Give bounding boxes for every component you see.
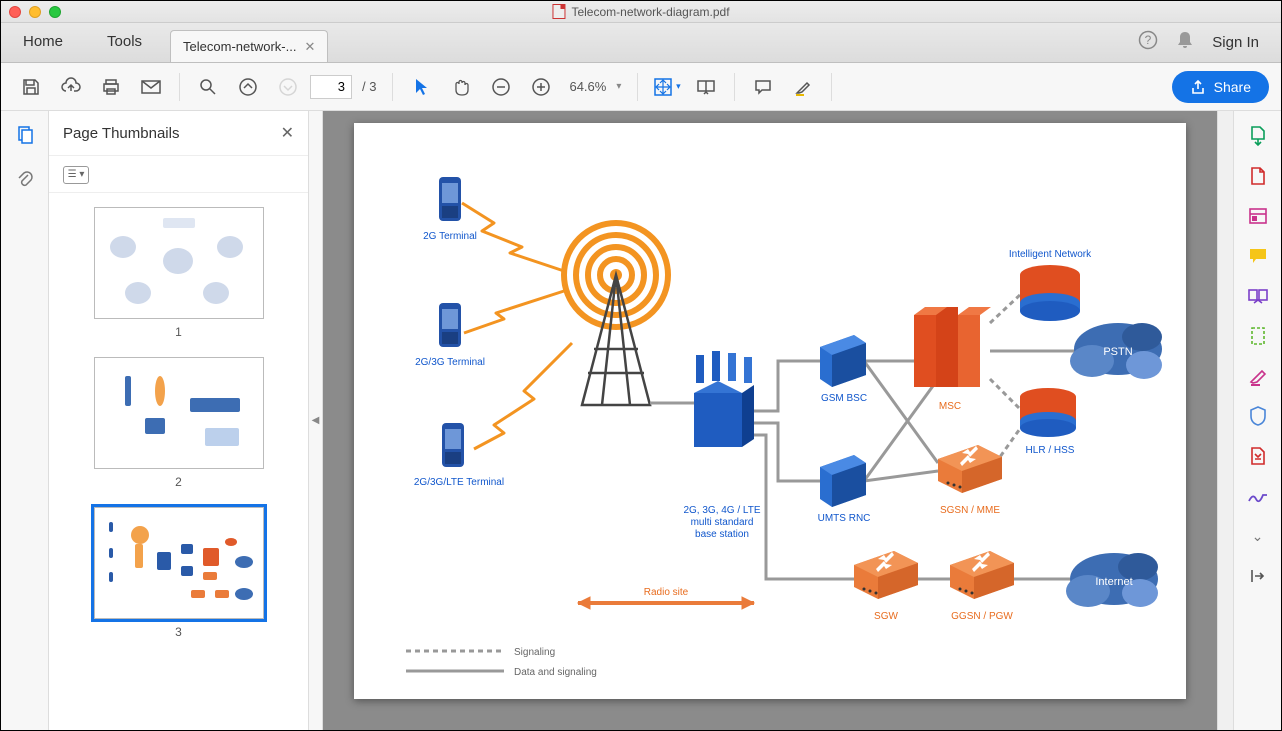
fit-mode-button[interactable]: ▾ (648, 69, 684, 105)
thumbnail-page-1-number: 1 (94, 325, 264, 339)
tab-document-label: Telecom-network-... (183, 31, 296, 63)
svg-text:2G/3G/LTE Terminal: 2G/3G/LTE Terminal (414, 477, 504, 488)
cloud-upload-button[interactable] (53, 69, 89, 105)
collapse-left-panel-button[interactable]: ◀ (309, 111, 323, 730)
page-content: 2G Terminal 2G/3G Terminal 2G/3G/LTE Ter… (354, 123, 1186, 699)
window-title: Telecom-network-diagram.pdf (552, 4, 729, 19)
zoom-out-button[interactable] (483, 69, 519, 105)
phone-icon (439, 177, 461, 221)
find-button[interactable] (190, 69, 226, 105)
right-tools-rail: ⌄ (1233, 111, 1281, 730)
svg-text:?: ? (1145, 33, 1152, 47)
sign-in-link[interactable]: Sign In (1212, 34, 1259, 51)
zoom-level-label[interactable]: 64.6% (563, 79, 612, 94)
pdf-file-icon (552, 4, 565, 19)
svg-text:MSC: MSC (939, 401, 961, 412)
body: Page Thumbnails ✕ ☰ ▾ 1 (1, 111, 1281, 730)
share-button[interactable]: Share (1172, 71, 1269, 103)
tab-document[interactable]: Telecom-network-... ✕ (170, 30, 328, 62)
svg-text:2G Terminal: 2G Terminal (423, 231, 477, 242)
thumbnails-close-button[interactable]: ✕ (281, 123, 294, 143)
thumbnails-panel: Page Thumbnails ✕ ☰ ▾ 1 (49, 111, 309, 730)
highlight-button[interactable] (785, 69, 821, 105)
zoom-dropdown-caret[interactable]: ▾ (616, 81, 621, 92)
combine-files-icon[interactable] (1247, 285, 1269, 307)
tabstrip-right: ? Sign In (1138, 22, 1281, 62)
protect-icon[interactable] (1247, 405, 1269, 427)
thumbnails-options: ☰ ▾ (49, 156, 308, 193)
share-button-label: Share (1214, 79, 1251, 95)
share-icon (1190, 79, 1206, 95)
svg-text:Data and signaling: Data and signaling (514, 667, 597, 678)
svg-text:HLR / HSS: HLR / HSS (1026, 445, 1075, 456)
thumbnails-header: Page Thumbnails ✕ (49, 111, 308, 156)
zoom-in-button[interactable] (523, 69, 559, 105)
left-navigation-rail (1, 111, 49, 730)
app-window: Telecom-network-diagram.pdf Home Tools T… (0, 0, 1282, 731)
thumbnail-page-3[interactable]: 3 (94, 507, 264, 639)
page-total-label: / 3 (362, 79, 376, 94)
vertical-scrollbar[interactable] (1217, 111, 1233, 730)
svg-text:GGSN / PGW: GGSN / PGW (951, 611, 1013, 622)
edit-pdf-icon[interactable] (1247, 205, 1269, 227)
svg-text:Internet: Internet (1095, 576, 1132, 588)
base-station-icon (694, 351, 754, 447)
minimize-window-button[interactable] (29, 6, 41, 18)
redact-icon[interactable] (1247, 365, 1269, 387)
prev-page-button[interactable] (230, 69, 266, 105)
collapse-right-rail-button[interactable] (1247, 565, 1269, 587)
svg-text:Signaling: Signaling (514, 647, 555, 658)
svg-text:SGW: SGW (874, 611, 898, 622)
document-canvas[interactable]: 2G Terminal 2G/3G Terminal 2G/3G/LTE Ter… (323, 111, 1217, 730)
tab-home[interactable]: Home (1, 22, 85, 62)
thumbnail-page-3-number: 3 (94, 625, 264, 639)
svg-text:GSM BSC: GSM BSC (821, 393, 867, 404)
create-pdf-icon[interactable] (1247, 165, 1269, 187)
save-button[interactable] (13, 69, 49, 105)
svg-text:base station: base station (695, 529, 749, 540)
email-button[interactable] (133, 69, 169, 105)
attachments-rail-button[interactable] (16, 170, 34, 195)
svg-text:2G/3G Terminal: 2G/3G Terminal (415, 357, 485, 368)
comment-tool-icon[interactable] (1247, 245, 1269, 267)
titlebar: Telecom-network-diagram.pdf (1, 1, 1281, 23)
organize-pages-icon[interactable] (1247, 325, 1269, 347)
svg-text:Intelligent Network: Intelligent Network (1009, 249, 1092, 260)
close-window-button[interactable] (9, 6, 21, 18)
compress-pdf-icon[interactable] (1247, 445, 1269, 467)
hand-tool-button[interactable] (443, 69, 479, 105)
select-tool-button[interactable] (403, 69, 439, 105)
export-pdf-icon[interactable] (1247, 125, 1269, 147)
svg-text:2G, 3G, 4G / LTE: 2G, 3G, 4G / LTE (683, 505, 760, 516)
thumbnails-options-button[interactable]: ☰ ▾ (63, 166, 89, 184)
antenna-icon (564, 223, 668, 405)
thumbnails-rail-button[interactable] (15, 125, 35, 150)
page-number-input[interactable] (310, 75, 352, 99)
svg-text:PSTN: PSTN (1103, 346, 1132, 358)
thumbnail-page-1[interactable]: 1 (94, 207, 264, 339)
tab-tools[interactable]: Tools (85, 22, 164, 62)
thumbnails-list: 1 2 (49, 193, 308, 731)
thumbnail-page-2-number: 2 (94, 475, 264, 489)
read-mode-button[interactable] (688, 69, 724, 105)
traffic-lights (9, 6, 61, 18)
comment-button[interactable] (745, 69, 781, 105)
tab-close-button[interactable]: ✕ (304, 31, 315, 63)
tab-strip: Home Tools Telecom-network-... ✕ ? Sign … (1, 23, 1281, 63)
thumbnails-title: Page Thumbnails (63, 125, 179, 142)
svg-text:SGSN / MME: SGSN / MME (940, 505, 1000, 516)
svg-text:Radio site: Radio site (644, 587, 689, 598)
svg-text:multi standard: multi standard (691, 517, 754, 528)
more-tools-caret[interactable]: ⌄ (1247, 525, 1269, 547)
print-button[interactable] (93, 69, 129, 105)
next-page-button[interactable] (270, 69, 306, 105)
svg-text:UMTS RNC: UMTS RNC (818, 513, 871, 524)
help-icon[interactable]: ? (1138, 30, 1158, 55)
notifications-icon[interactable] (1176, 30, 1194, 55)
toolbar: / 3 64.6% ▾ ▾ Share (1, 63, 1281, 111)
fill-sign-icon[interactable] (1247, 485, 1269, 507)
thumbnail-page-2[interactable]: 2 (94, 357, 264, 489)
maximize-window-button[interactable] (49, 6, 61, 18)
